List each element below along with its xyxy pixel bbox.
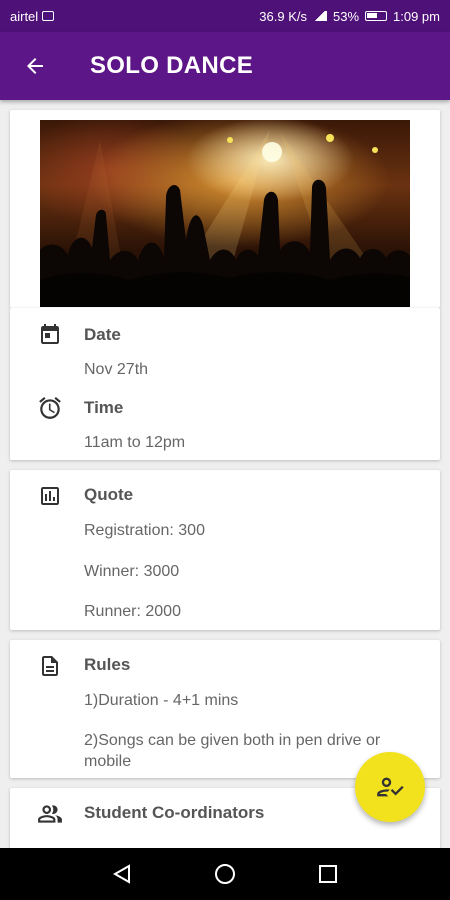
rule-item-1: 1)Duration - 4+1 mins xyxy=(84,692,239,709)
people-icon xyxy=(36,800,64,828)
back-button[interactable] xyxy=(0,32,70,100)
rules-row xyxy=(36,652,64,680)
circle-home-icon xyxy=(214,864,235,884)
schedule-card: Date Nov 27th Time 11am to 12pm xyxy=(10,308,440,460)
battery-percent: 53% xyxy=(332,8,360,24)
nav-home-button[interactable] xyxy=(205,854,245,894)
nav-back-button[interactable] xyxy=(102,854,142,894)
date-row xyxy=(36,320,64,348)
person-check-icon xyxy=(377,777,404,797)
calendar-icon xyxy=(36,320,64,348)
square-recents-icon xyxy=(319,865,338,883)
quote-row xyxy=(36,482,64,510)
nav-recents-button[interactable] xyxy=(308,854,348,894)
sim-icon xyxy=(42,11,55,21)
arrow-back-icon xyxy=(27,58,43,74)
time-value: 11am to 12pm xyxy=(84,434,186,451)
event-details[interactable]: Date Nov 27th Time 11am to 12pm Quote Re… xyxy=(0,100,450,848)
concert-crowd-image xyxy=(40,120,410,307)
network-speed: 36.9 K/s xyxy=(259,8,307,24)
date-value: Nov 27th xyxy=(84,361,149,378)
time-row xyxy=(36,394,64,422)
quote-card: Quote Registration: 300 Winner: 3000 Run… xyxy=(10,470,440,630)
triangle-back-icon xyxy=(112,864,130,884)
runner-prize: Runner: 2000 xyxy=(84,603,181,620)
bar-chart-icon xyxy=(36,482,64,510)
coordinators-label: Student Co-ordinators xyxy=(84,803,265,822)
rules-label: Rules xyxy=(84,655,131,674)
time-label: Time xyxy=(84,398,124,417)
coordinators-row xyxy=(36,800,64,828)
date-label: Date xyxy=(84,325,121,344)
system-nav-bar xyxy=(0,848,450,900)
crowd-silhouette xyxy=(40,130,410,307)
document-icon xyxy=(36,652,64,680)
signal-icon xyxy=(312,11,327,21)
registration-fee: Registration: 300 xyxy=(84,522,205,539)
page-title: SOLO DANCE xyxy=(90,52,254,79)
app-bar: SOLO DANCE xyxy=(0,32,450,100)
carrier-label: airtel xyxy=(10,8,39,24)
winner-prize: Winner: 3000 xyxy=(84,563,180,580)
battery-icon xyxy=(365,11,388,21)
image-card xyxy=(10,110,440,308)
register-fab[interactable] xyxy=(355,752,425,822)
alarm-clock-icon xyxy=(36,394,64,422)
clock: 1:09 pm xyxy=(393,8,440,24)
quote-label: Quote xyxy=(84,485,134,504)
status-bar: airtel 36.9 K/s 53% 1:09 pm xyxy=(0,0,450,32)
